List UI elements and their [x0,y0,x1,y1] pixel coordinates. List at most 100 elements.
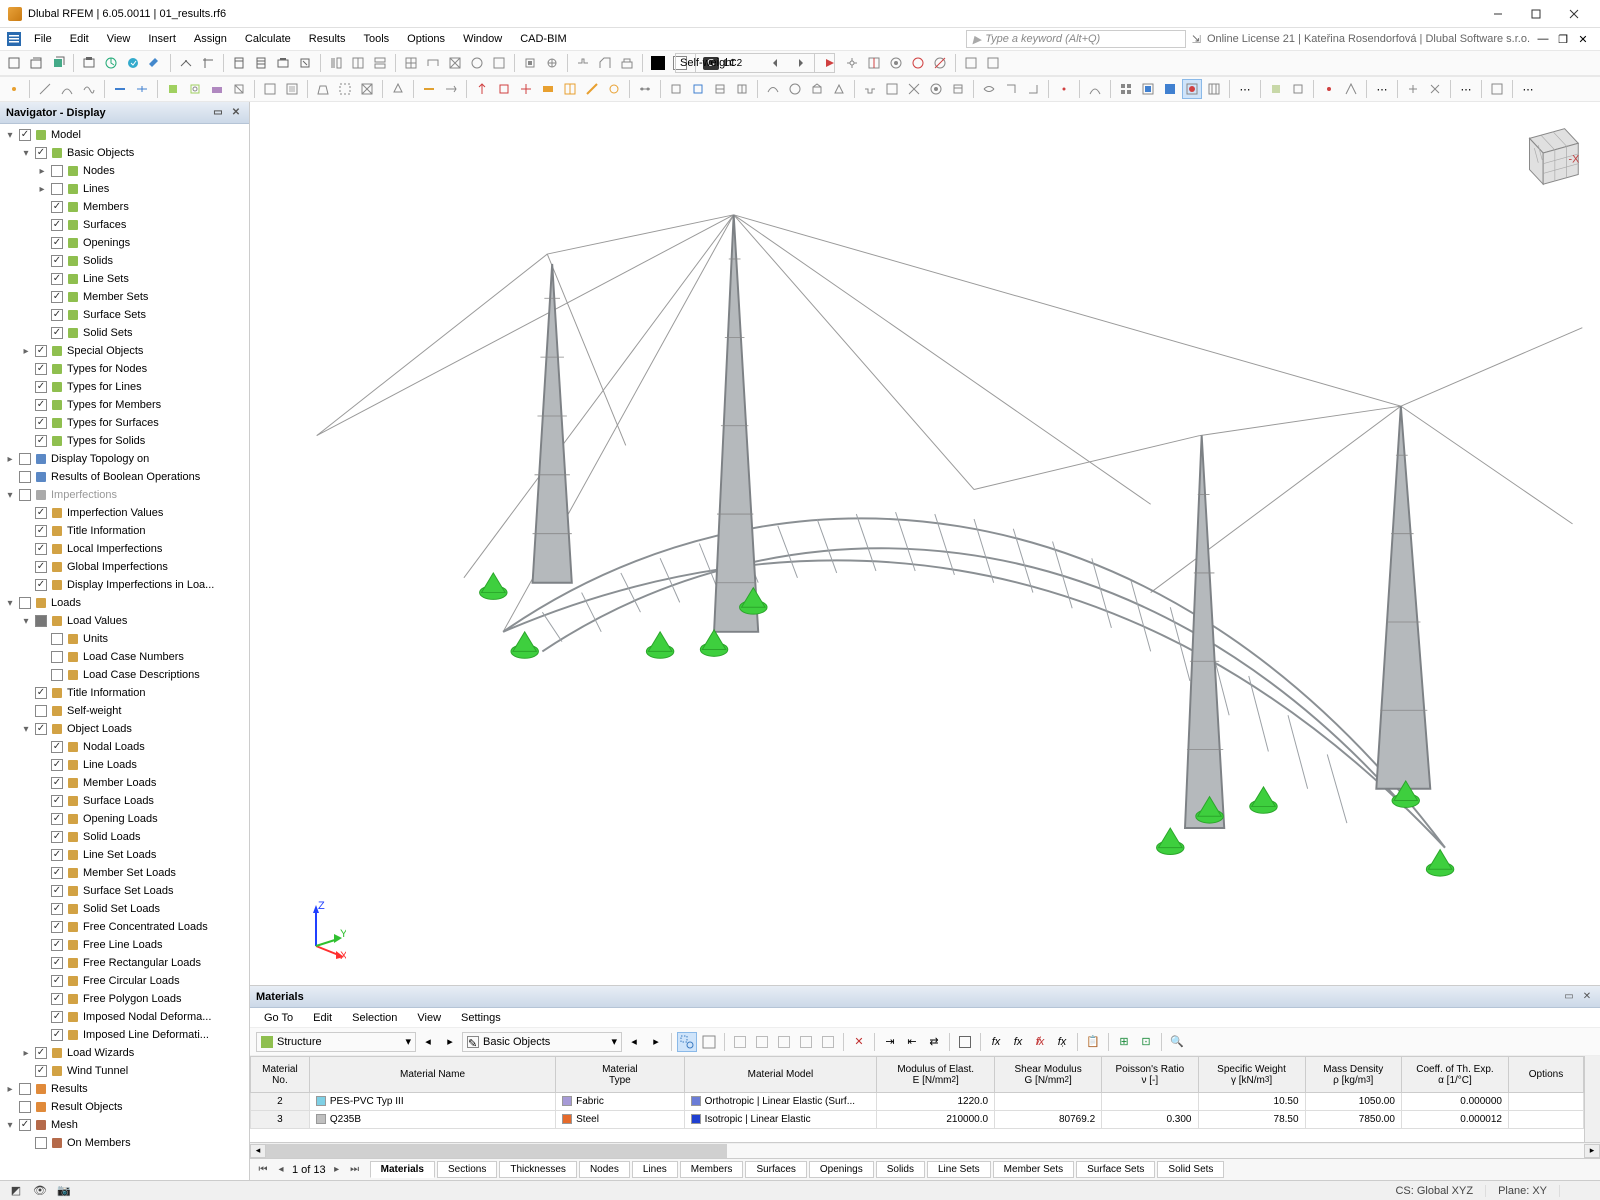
toolbar-button[interactable] [260,79,280,99]
child-minimize-button[interactable]: — [1536,32,1550,46]
toolbar-button[interactable] [101,53,121,73]
toolbar-button[interactable] [251,53,271,73]
tree-item[interactable]: Surface Loads [0,792,249,810]
checkbox[interactable] [51,255,63,267]
toolbar-button[interactable]: Self-weight▾ [745,53,765,73]
toolbar-button[interactable] [1138,79,1158,99]
table-header[interactable]: Material Name [309,1057,555,1093]
keyword-search-input[interactable]: ▶ Type a keyword (Alt+Q) [966,30,1186,48]
table-tab-membersets[interactable]: Member Sets [993,1161,1074,1178]
tree-item[interactable]: ▾Basic Objects [0,144,249,162]
table-tab-solids[interactable]: Solids [876,1161,925,1178]
table-header[interactable]: Coeff. of Th. Exp.α [1/°C] [1401,1057,1508,1093]
table-tab-linesets[interactable]: Line Sets [927,1161,991,1178]
checkbox[interactable] [35,147,47,159]
tree-item[interactable]: Solid Set Loads [0,900,249,918]
tree-item[interactable]: Member Loads [0,774,249,792]
toolbar-button[interactable] [767,53,787,73]
checkbox[interactable] [35,1065,47,1077]
checkbox[interactable] [35,363,47,375]
tree-item[interactable]: Free Polygon Loads [0,990,249,1008]
toolbar-button[interactable] [145,53,165,73]
grid-button[interactable] [955,1032,975,1052]
checkbox[interactable] [19,471,31,483]
tree-item[interactable]: Surface Sets [0,306,249,324]
toolbar-button[interactable] [1116,79,1136,99]
toolbar-button[interactable] [1487,79,1507,99]
table-header[interactable]: Shear ModulusG [N/mm2] [995,1057,1102,1093]
toolbar-button[interactable] [1160,79,1180,99]
checkbox[interactable] [35,1137,47,1149]
tree-item[interactable]: ▾Model [0,126,249,144]
toolbar-button[interactable] [807,79,827,99]
checkbox[interactable] [51,939,63,951]
table-tab-solidsets[interactable]: Solid Sets [1157,1161,1224,1178]
checkbox[interactable] [51,183,63,195]
page-first-button[interactable]: ⏮ [256,1163,270,1177]
toolbar-button[interactable] [1204,79,1224,99]
status-view-icon[interactable]: 👁 [32,1183,48,1199]
toolbar-button[interactable] [326,53,346,73]
toolbar-button[interactable] [110,79,130,99]
expand-icon[interactable]: ▸ [20,1047,32,1059]
toolbar-button[interactable] [388,79,408,99]
expand-icon[interactable]: ▾ [20,723,32,735]
tool-e[interactable] [818,1032,838,1052]
table-tab-thicknesses[interactable]: Thicknesses [499,1161,577,1178]
table-header[interactable]: Specific Weightγ [kN/m3] [1198,1057,1305,1093]
toolbar-button[interactable] [904,79,924,99]
menu-file[interactable]: File [26,31,60,47]
next-button[interactable]: ▸ [440,1032,460,1052]
import-button[interactable]: ⇥ [880,1032,900,1052]
menu-options[interactable]: Options [399,31,453,47]
tree-item[interactable]: ▸Special Objects [0,342,249,360]
navigation-cube[interactable]: -X [1510,114,1588,192]
table-header[interactable]: Modulus of Elast.E [N/mm2] [877,1057,995,1093]
table-header[interactable]: Material Model [684,1057,877,1093]
search-exec-icon[interactable]: ⇲ [1192,33,1201,46]
toolbar-button[interactable] [666,79,686,99]
checkbox[interactable] [51,957,63,969]
fx3-button[interactable]: f̸x [1030,1032,1050,1052]
toolbar-button[interactable] [516,79,536,99]
toolbar-button[interactable] [732,79,752,99]
checkbox[interactable] [19,489,31,501]
overflow-button[interactable]: ⋯ [1372,79,1392,99]
checkbox[interactable] [51,309,63,321]
tree-item[interactable]: Solid Loads [0,828,249,846]
toolbar-button[interactable] [35,79,55,99]
page-prev-button[interactable]: ◂ [274,1163,288,1177]
menu-edit[interactable]: Edit [62,31,97,47]
toolbar-button[interactable] [1023,79,1043,99]
toolbar-button[interactable] [423,53,443,73]
toolbar-button[interactable] [983,53,1003,73]
excel-button[interactable]: ⊞ [1114,1032,1134,1052]
table-tab-lines[interactable]: Lines [632,1161,678,1178]
mat-menu-settings[interactable]: Settings [453,1010,509,1026]
tree-item[interactable]: Member Set Loads [0,864,249,882]
expand-icon[interactable]: ▾ [4,597,16,609]
toolbar-button[interactable] [979,79,999,99]
checkbox[interactable] [35,381,47,393]
toolbar-button[interactable] [908,53,928,73]
toolbar-button[interactable] [273,53,293,73]
fx1-button[interactable]: fx [986,1032,1006,1052]
copy-button[interactable]: 📋 [1083,1032,1103,1052]
app-menu-icon[interactable] [4,29,24,49]
child-restore-button[interactable]: ❐ [1556,32,1570,46]
basic-objects-select[interactable]: ✎Basic Objects▾ [462,1032,622,1052]
toolbar-button[interactable] [123,53,143,73]
tree-item[interactable]: Wind Tunnel [0,1062,249,1080]
checkbox[interactable] [35,615,47,627]
checkbox[interactable] [51,831,63,843]
toolbar-button[interactable] [445,53,465,73]
tree-item[interactable]: Member Sets [0,288,249,306]
tree-item[interactable]: Opening Loads [0,810,249,828]
panel-pin-button[interactable]: ▭ [211,106,225,120]
filter-sel-button[interactable] [677,1032,697,1052]
checkbox[interactable] [35,579,47,591]
toolbar-button[interactable] [229,79,249,99]
toolbar-button[interactable] [948,79,968,99]
toolbar-button[interactable] [282,79,302,99]
toolbar-button[interactable] [79,53,99,73]
